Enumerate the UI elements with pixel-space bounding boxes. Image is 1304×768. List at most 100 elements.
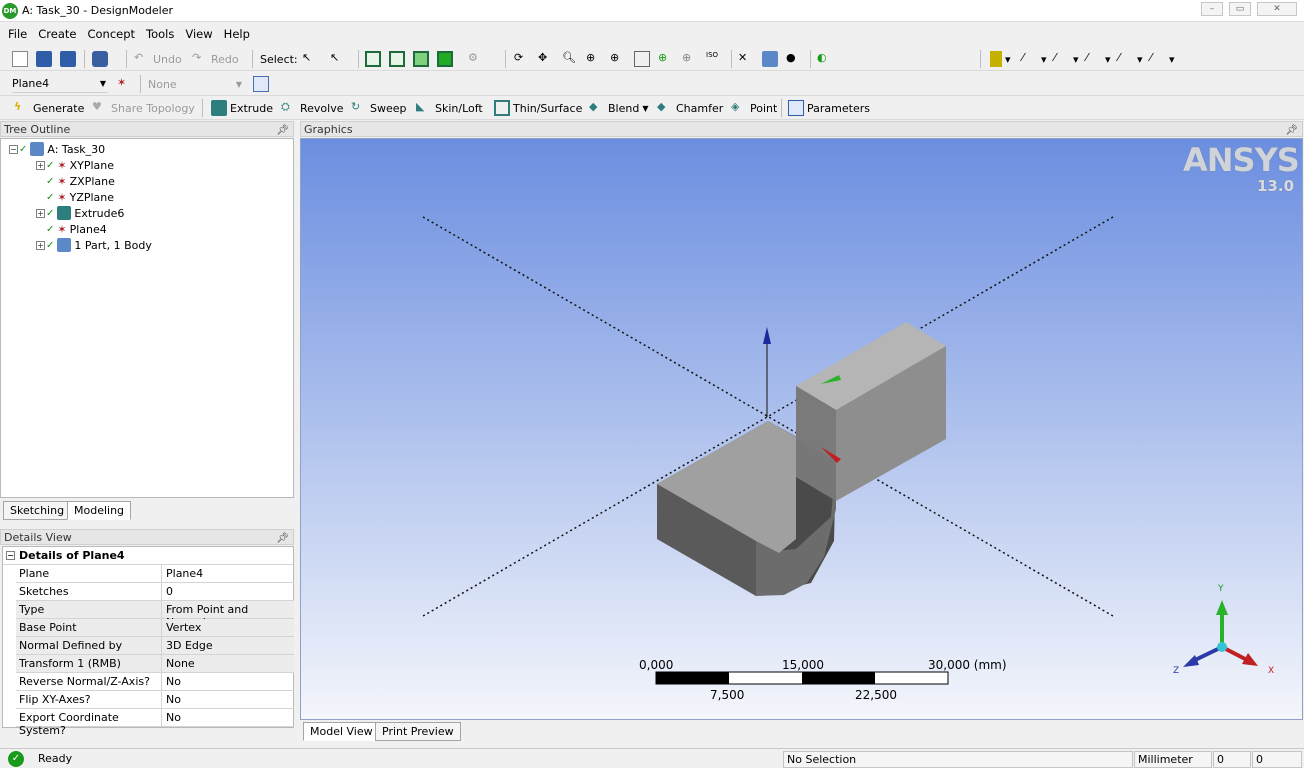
tab-modeling[interactable]: Modeling bbox=[67, 501, 132, 520]
tree-item-yzplane[interactable]: ✓ ✶ YZPlane bbox=[46, 189, 114, 205]
tab-print-preview[interactable]: Print Preview bbox=[375, 722, 461, 741]
zoom-in-icon[interactable]: ⊕ bbox=[586, 50, 602, 68]
graphics-viewport[interactable]: ANSYS 13.0 0,000 15,000 30,000 (mm) 7,50… bbox=[300, 138, 1303, 720]
plane-icon: ✶ bbox=[57, 174, 67, 188]
revolve-button[interactable]: ⛭ Revolve bbox=[281, 99, 344, 117]
screenshot-icon[interactable] bbox=[92, 50, 108, 68]
show-bodies-icon[interactable] bbox=[762, 50, 778, 68]
point-button[interactable]: ◈ Point bbox=[731, 99, 777, 117]
details-view-header: Details View 📌︎ bbox=[0, 529, 294, 545]
tree-item-zxplane[interactable]: ✓ ✶ ZXPlane bbox=[46, 173, 115, 189]
pan-icon[interactable]: ✥ bbox=[538, 50, 554, 68]
pin-icon[interactable]: 📌︎ bbox=[276, 123, 289, 139]
status-ok-icon: ✓ bbox=[8, 751, 24, 767]
details-row[interactable]: Base Point Vertex bbox=[16, 619, 294, 637]
look-at-icon[interactable]: ◐ bbox=[817, 50, 833, 68]
restore-icon[interactable]: ▭ bbox=[1229, 2, 1251, 16]
parameters-button[interactable]: Parameters bbox=[788, 99, 870, 117]
edge-display-4-icon[interactable]: ⁄ ▾ bbox=[1118, 50, 1143, 68]
tab-sketching[interactable]: Sketching bbox=[3, 501, 72, 520]
details-row[interactable]: Plane Plane4 bbox=[16, 565, 294, 583]
extrude-button[interactable]: Extrude bbox=[211, 99, 273, 117]
chamfer-button[interactable]: ◆ Chamfer bbox=[657, 99, 723, 117]
tree-item-plane4[interactable]: ✓ ✶ Plane4 bbox=[46, 221, 107, 237]
select-mode-icon[interactable]: ↖ bbox=[330, 50, 346, 68]
chevron-down-icon: ▼ bbox=[235, 79, 242, 89]
tree-item-parts[interactable]: + ✓ 1 Part, 1 Body bbox=[36, 237, 152, 253]
expand-icon[interactable]: + bbox=[36, 160, 45, 170]
details-row[interactable]: Sketches 0 bbox=[16, 583, 294, 601]
plane-toolbar: Plane4 ▼ ✶ None ▼ bbox=[0, 72, 1304, 96]
status-field: 0 bbox=[1213, 751, 1251, 768]
iso-view-icon[interactable]: ISO bbox=[706, 50, 722, 68]
close-icon[interactable]: ✕ bbox=[1257, 2, 1297, 16]
details-row[interactable]: Normal Defined by 3D Edge bbox=[16, 637, 294, 655]
save-icon[interactable] bbox=[36, 50, 52, 68]
expand-icon[interactable]: + bbox=[36, 208, 45, 218]
menu-help[interactable]: Help bbox=[218, 24, 255, 46]
status-bar: ✓ Ready No Selection Millimeter 0 0 bbox=[0, 748, 1304, 768]
select-point-icon[interactable] bbox=[365, 50, 381, 68]
expand-icon[interactable]: + bbox=[36, 240, 45, 250]
select-cursor-icon[interactable]: ↖ bbox=[302, 50, 318, 68]
pin-icon[interactable]: 📌︎ bbox=[1285, 123, 1298, 139]
details-row[interactable]: Flip XY-Axes? No bbox=[16, 691, 294, 709]
rotate-icon[interactable]: ⟳ bbox=[514, 50, 530, 68]
save-as-icon[interactable] bbox=[60, 50, 76, 68]
plane-dropdown[interactable]: Plane4 ▼ bbox=[12, 75, 108, 93]
redo-button[interactable]: ↷ Redo bbox=[192, 50, 239, 68]
share-topology-button[interactable]: ♥ Share Topology bbox=[92, 99, 195, 117]
model-view-canvas[interactable] bbox=[301, 139, 1302, 719]
edge-display-5-icon[interactable]: ⁄ ▾ bbox=[1150, 50, 1175, 68]
edge-display-2-icon[interactable]: ⁄ ▾ bbox=[1054, 50, 1079, 68]
menu-create[interactable]: Create bbox=[32, 24, 81, 46]
show-planes-icon[interactable]: ✕ bbox=[738, 50, 754, 68]
zoom-icon[interactable]: 🔍︎ bbox=[562, 50, 578, 68]
new-plane-icon[interactable]: ✶ bbox=[117, 75, 133, 93]
select-edge-icon[interactable] bbox=[389, 50, 405, 68]
tab-model-view[interactable]: Model View bbox=[303, 722, 380, 741]
new-sketch-icon[interactable] bbox=[253, 75, 269, 93]
skin-loft-button[interactable]: ◣ Skin/Loft bbox=[416, 99, 483, 117]
select-body-icon[interactable] bbox=[437, 50, 453, 68]
pin-icon[interactable]: 📌︎ bbox=[276, 531, 289, 547]
sweep-icon: ↻ bbox=[351, 100, 361, 113]
details-row[interactable]: Reverse Normal/Z-Axis? No bbox=[16, 673, 294, 691]
menu-view[interactable]: View bbox=[179, 24, 217, 46]
new-icon[interactable] bbox=[12, 50, 28, 68]
tree-item-extrude6[interactable]: + ✓ Extrude6 bbox=[36, 205, 124, 221]
zoom-to-fit-icon[interactable]: ⊕ bbox=[658, 50, 674, 68]
selection-filter-icon[interactable]: ⚙ bbox=[468, 50, 484, 68]
details-row[interactable]: Transform 1 (RMB) None bbox=[16, 655, 294, 673]
edge-display-3-icon[interactable]: ⁄ ▾ bbox=[1086, 50, 1111, 68]
zoom-fit-icon[interactable] bbox=[634, 50, 650, 68]
collapse-icon[interactable]: − bbox=[9, 144, 18, 154]
sketch-dropdown[interactable]: None ▼ bbox=[148, 75, 244, 93]
display-toggle-icon[interactable]: ▾ bbox=[990, 50, 1011, 68]
units-status[interactable]: Millimeter bbox=[1134, 751, 1212, 768]
magnifier-icon[interactable]: ⊕ bbox=[682, 50, 698, 68]
minimize-icon[interactable]: – bbox=[1201, 2, 1223, 16]
menu-tools[interactable]: Tools bbox=[140, 24, 179, 46]
collapse-icon[interactable]: − bbox=[6, 551, 15, 560]
extrude-icon bbox=[211, 100, 227, 116]
lightning-icon: ϟ bbox=[14, 100, 22, 113]
select-face-icon[interactable] bbox=[413, 50, 429, 68]
generate-button[interactable]: ϟ Generate bbox=[14, 99, 84, 117]
tree-item-xyplane[interactable]: + ✓ ✶ XYPlane bbox=[36, 157, 114, 173]
tree-root[interactable]: − ✓ A: Task_30 bbox=[9, 141, 105, 157]
sweep-button[interactable]: ↻ Sweep bbox=[351, 99, 407, 117]
thin-surface-button[interactable]: Thin/Surface bbox=[494, 99, 582, 117]
edge-display-icon[interactable]: ⁄ ▾ bbox=[1022, 50, 1047, 68]
blend-button[interactable]: ◆ Blend ▼ bbox=[589, 99, 648, 117]
zoom-box-icon[interactable]: ⊕ bbox=[610, 50, 626, 68]
show-points-icon[interactable]: ● bbox=[786, 50, 802, 68]
menu-concept[interactable]: Concept bbox=[81, 24, 140, 46]
extrude-icon bbox=[57, 206, 72, 220]
menu-file[interactable]: File bbox=[2, 24, 32, 46]
chevron-down-icon: ▼ bbox=[99, 79, 106, 88]
details-row[interactable]: Export Coordinate System? No bbox=[16, 709, 294, 737]
details-row[interactable]: TypeFrom Point and Normal bbox=[16, 601, 294, 629]
l-bracket-body[interactable] bbox=[657, 322, 946, 596]
undo-button[interactable]: ↶ Undo bbox=[134, 50, 182, 68]
